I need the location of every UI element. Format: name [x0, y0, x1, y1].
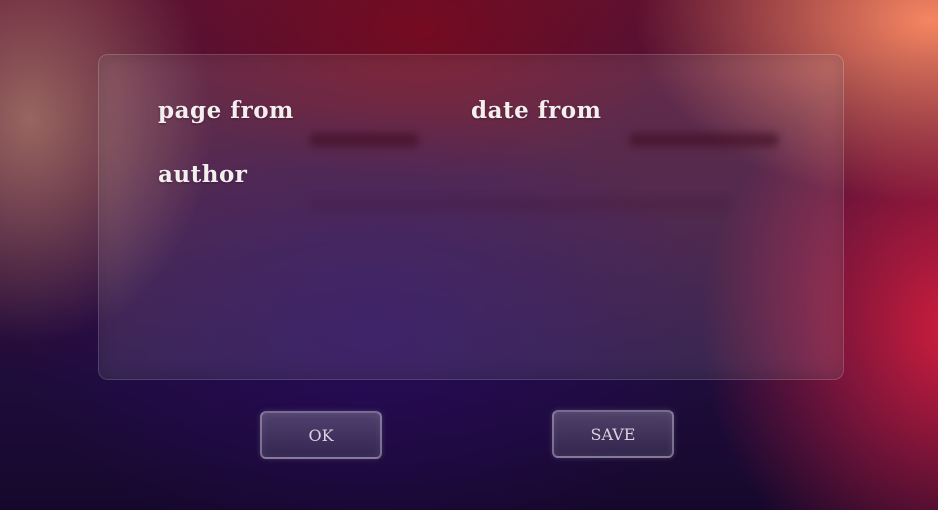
page-from-label: page from [158, 97, 294, 124]
date-from-field[interactable] [629, 133, 779, 147]
author-field[interactable] [309, 197, 729, 211]
filter-dialog-panel: page from date from author [98, 54, 844, 380]
save-button[interactable]: SAVE [552, 410, 674, 458]
date-from-label: date from [471, 97, 602, 124]
author-label: author [158, 161, 248, 188]
page-from-field[interactable] [309, 133, 419, 147]
ok-button[interactable]: OK [260, 411, 382, 459]
